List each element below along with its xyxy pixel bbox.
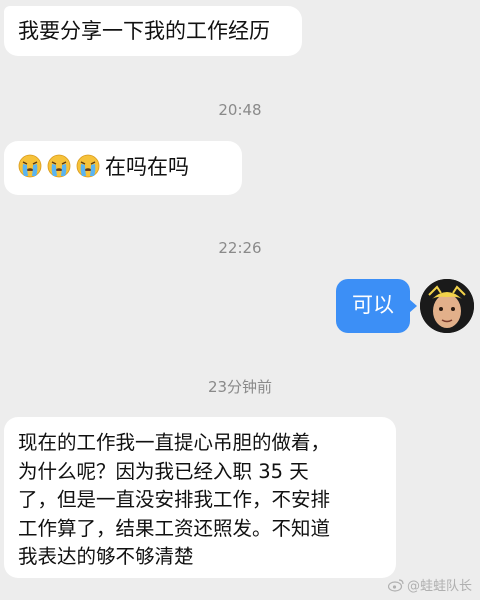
timestamp: 20:48	[218, 101, 262, 119]
watermark-text: @蛙蛙队长	[406, 579, 472, 594]
message-text: 在吗在吗	[105, 155, 189, 179]
message-bubble-outgoing[interactable]: 可以	[336, 279, 417, 333]
timestamp: 22:26	[218, 239, 262, 257]
timestamp: 23分钟前	[207, 378, 273, 396]
message-line: 为什么呢？因为我已经入职 35 天	[18, 459, 309, 483]
message-line: 了，但是一直没安排我工作，不安排	[18, 488, 331, 511]
message-line: 工作算了，结果工资还照发。不知道	[18, 516, 331, 540]
message-line: 我表达的够不够清楚	[18, 545, 194, 568]
message-bubble-incoming[interactable]: 我要分享一下我的工作经历	[4, 6, 302, 56]
message-bubble-incoming[interactable]: 现在的工作我一直提心吊胆的做着， 为什么呢？因为我已经入职 35 天 了，但是一…	[4, 417, 396, 578]
message-text: 我要分享一下我的工作经历	[18, 19, 270, 43]
message-bubble-incoming[interactable]: 在吗在吗	[4, 141, 242, 195]
crying-face-icon	[18, 154, 42, 178]
message-text: 可以	[352, 293, 394, 317]
avatar-portrait-icon	[420, 279, 474, 333]
crying-face-icon	[76, 154, 100, 178]
watermark: @蛙蛙队长	[387, 575, 472, 594]
crying-face-icon	[47, 154, 71, 178]
message-line: 现在的工作我一直提心吊胆的做着，	[18, 431, 331, 454]
avatar[interactable]	[420, 279, 474, 333]
weibo-logo-icon	[387, 578, 404, 592]
